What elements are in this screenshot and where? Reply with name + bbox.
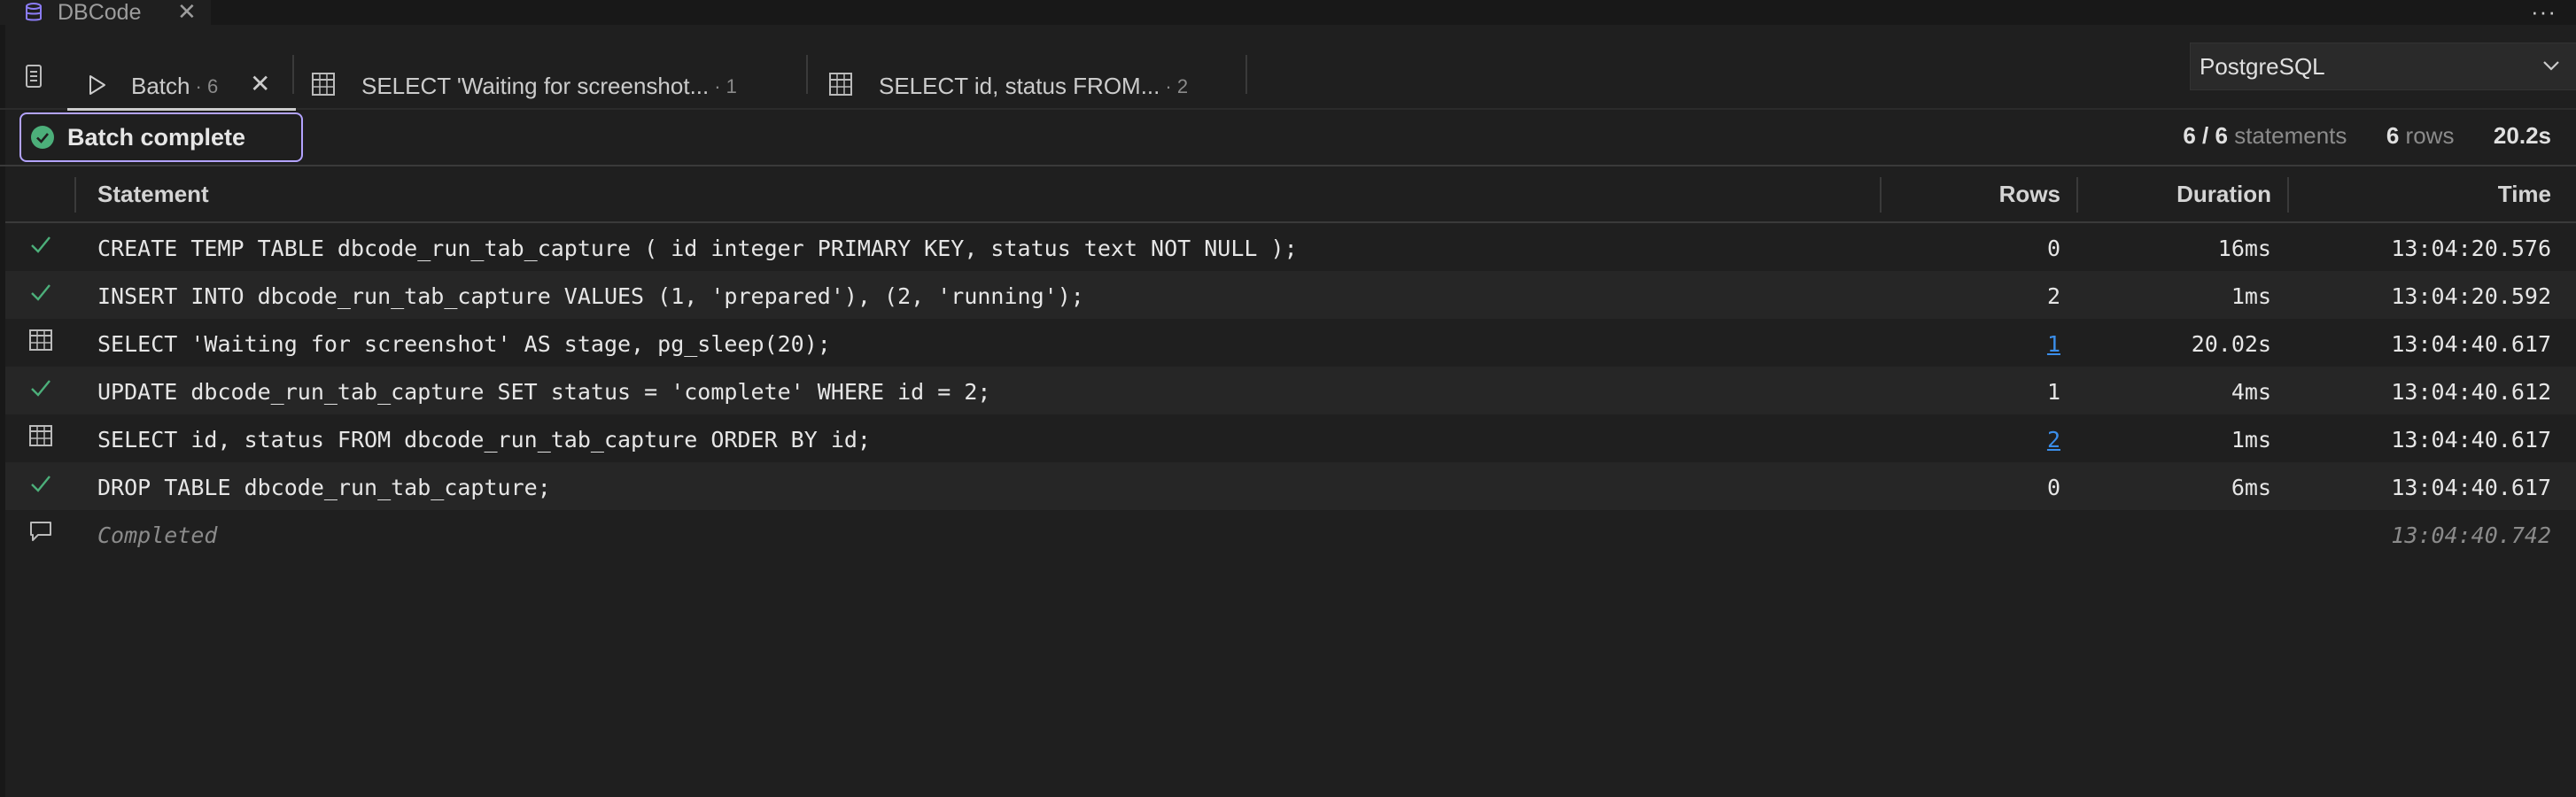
timestamp: 13:04:40.617 [2391,331,2551,357]
column-header-statement[interactable]: Statement [97,181,209,208]
check-icon [31,380,50,397]
statements-unit: statements [2234,122,2347,149]
check-icon [31,284,50,301]
column-divider[interactable] [74,177,76,213]
duration: 6ms [2231,475,2271,500]
column-divider[interactable] [1880,177,1882,213]
comment-icon [30,522,51,541]
batch-stats: 6 / 6 statements 6 rows 20.2s [2183,122,2551,150]
rows-result-link[interactable]: 1 [2047,331,2060,357]
statement-text: SELECT 'Waiting for screenshot' AS stage… [97,331,831,357]
table-icon [312,73,335,96]
document-icon[interactable] [25,64,43,89]
rows-count: 1 [2046,379,2060,405]
statements-count: 6 / 6 [2183,122,2228,149]
completed-label: Completed [97,522,218,548]
statement-text: SELECT id, status FROM dbcode_run_tab_ca… [97,427,871,453]
timestamp: 13:04:40.617 [2391,427,2551,453]
duration: 16ms [2217,236,2271,261]
timestamp: 13:04:40.612 [2391,379,2551,405]
check-icon [31,476,50,492]
editor-tab-title: DBCode [58,0,142,25]
tab-select-id-status[interactable]: SELECT id, status FROM... · 2 [829,62,1245,108]
statement-text: CREATE TEMP TABLE dbcode_run_tab_capture… [97,236,1298,261]
duration: 4ms [2231,379,2271,405]
duration: 1ms [2231,283,2271,309]
batch-status-badge[interactable]: Batch complete [19,112,303,162]
table-row[interactable]: DROP TABLE dbcode_run_tab_capture; 0 6ms… [5,462,2576,510]
statements-table: Statement Rows Duration Time CREATE TEMP… [5,166,2576,558]
editor-tab-dbcode[interactable]: DBCode ✕ [0,0,211,25]
duration: 1ms [2231,427,2271,453]
timestamp: 13:04:40.617 [2391,475,2551,500]
ellipsis-icon[interactable]: ··· [2531,0,2557,26]
table-icon [829,73,852,96]
column-divider[interactable] [2076,177,2078,213]
timestamp: 13:04:20.592 [2391,283,2551,309]
tab-batch[interactable]: Batch · 6 ✕ [67,62,296,111]
rows-count: 0 [2046,475,2060,500]
close-icon[interactable]: ✕ [177,0,197,26]
duration: 20.02s [2191,331,2271,357]
tab-select-waiting[interactable]: SELECT 'Waiting for screenshot... · 1 [312,62,799,108]
statement-text: DROP TABLE dbcode_run_tab_capture; [97,475,551,500]
elapsed-time: 20.2s [2493,122,2551,149]
tab-select-waiting-label: SELECT 'Waiting for screenshot... [361,73,710,99]
batch-status-label: Batch complete [67,123,246,151]
check-icon [31,236,50,253]
play-icon [89,75,105,95]
rows-result-link[interactable]: 2 [2047,427,2060,453]
tab-select-id-status-count: · 2 [1165,75,1189,97]
statement-text: UPDATE dbcode_run_tab_capture SET status… [97,379,991,405]
tab-batch-label: Batch [131,73,190,99]
tab-divider [1245,55,1247,94]
dialect-select-value: PostgreSQL [2200,53,2325,80]
batch-status-bar: Batch complete 6 / 6 statements 6 rows 2… [0,110,2576,166]
tab-select-id-status-label: SELECT id, status FROM... [879,73,1160,99]
table-row[interactable]: SELECT id, status FROM dbcode_run_tab_ca… [5,414,2576,462]
rows-count: 2 [2046,283,2060,309]
table-header: Statement Rows Duration Time [5,166,2576,223]
column-header-duration[interactable]: Duration [2176,181,2271,208]
check-circle-icon [31,126,54,149]
column-divider[interactable] [2287,177,2289,213]
table-row[interactable]: UPDATE dbcode_run_tab_capture SET status… [5,367,2576,414]
completed-row: Completed 13:04:40.742 [5,510,2576,558]
statement-text: INSERT INTO dbcode_run_tab_capture VALUE… [97,283,1084,309]
dialect-select[interactable]: PostgreSQL [2190,43,2576,90]
tab-divider [292,55,294,94]
database-icon [26,3,42,21]
column-header-rows[interactable]: Rows [1999,181,2060,208]
editor-tab-strip: DBCode ✕ ··· [0,0,2576,25]
timestamp: 13:04:20.576 [2391,236,2551,261]
table-row[interactable]: SELECT 'Waiting for screenshot' AS stage… [5,319,2576,367]
tab-select-waiting-count: · 1 [714,75,737,97]
rows-unit: rows [2405,122,2455,149]
rows-count: 0 [2046,236,2060,261]
tab-batch-count: · 6 [195,75,219,97]
table-icon [29,329,52,351]
table-icon [29,425,52,446]
rows-count: 6 [2386,122,2400,149]
completed-timestamp: 13:04:40.742 [2391,522,2551,548]
close-icon[interactable]: ✕ [250,69,270,98]
column-header-time[interactable]: Time [2498,181,2551,208]
table-row[interactable]: CREATE TEMP TABLE dbcode_run_tab_capture… [5,223,2576,271]
table-row[interactable]: INSERT INTO dbcode_run_tab_capture VALUE… [5,271,2576,319]
chevron-down-icon [2543,61,2559,71]
tab-divider [806,55,808,94]
